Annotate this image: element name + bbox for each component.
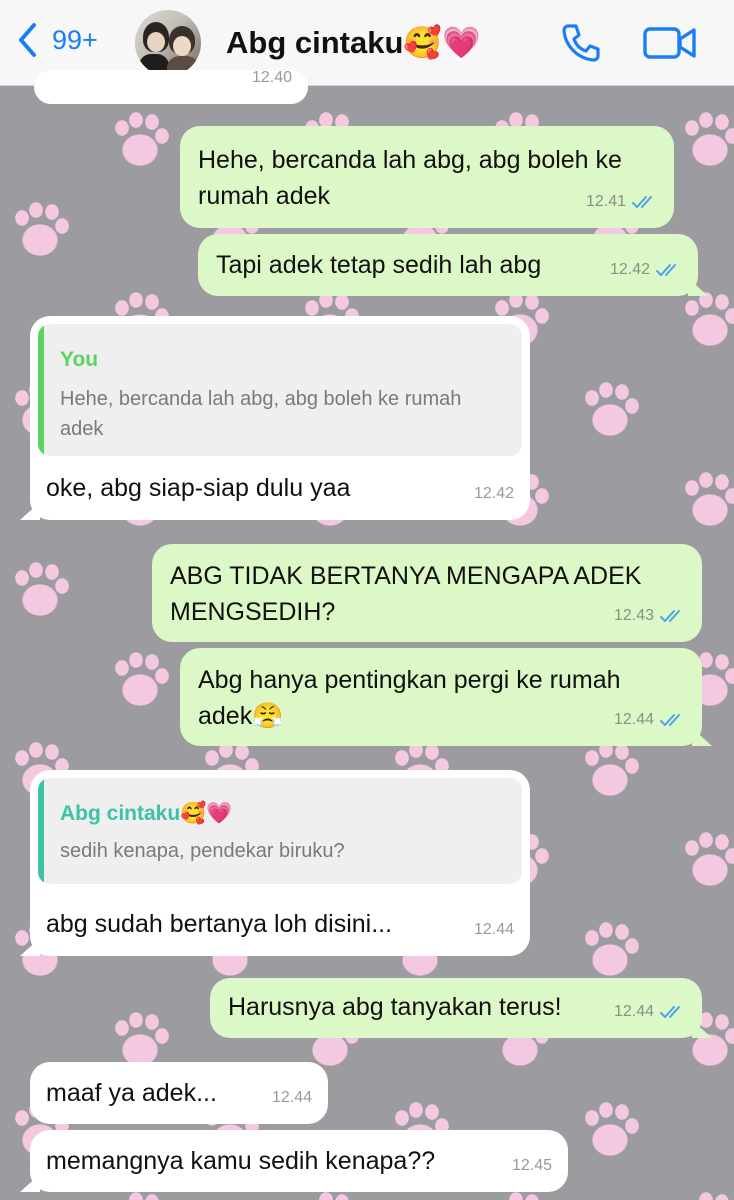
message-text: ABG TIDAK BERTANYA MENGAPA ADEK: [170, 562, 642, 590]
message-bubble-incoming[interactable]: memangnya kamu sedih kenapa?? 12.45: [30, 1130, 568, 1192]
message-meta: 12.43: [614, 598, 686, 634]
message-text: Tapi adek tetap sedih lah abg: [216, 251, 542, 279]
message-text: Abg hanya pentingkan pergi ke rumah: [198, 666, 621, 694]
message-time: 12.42: [473, 485, 514, 502]
message-bubble-incoming[interactable]: maaf ya adek... 12.44: [30, 1062, 328, 1124]
message-bubble-incoming-reply[interactable]: You Hehe, bercanda lah abg, abg boleh ke…: [30, 316, 530, 520]
video-call-icon[interactable]: [642, 24, 698, 62]
message-time: 12.42: [609, 261, 650, 278]
back-button[interactable]: 99+: [16, 22, 98, 58]
message-meta: 12.44: [614, 994, 686, 1030]
message-bubble-outgoing[interactable]: ABG TIDAK BERTANYA MENGAPA ADEK MENGSEDI…: [152, 544, 702, 642]
double-check-read-icon: [656, 264, 676, 276]
contact-avatar[interactable]: [135, 10, 201, 76]
quote-bar: [38, 778, 44, 884]
double-check-read-icon: [660, 610, 680, 622]
message-meta: 12.44: [474, 912, 514, 948]
message-text: rumah adek: [198, 182, 331, 210]
quoted-message[interactable]: Abg cintaku🥰💗 sedih kenapa, pendekar bir…: [38, 778, 522, 884]
message-bubble-incoming-reply[interactable]: Abg cintaku🥰💗 sedih kenapa, pendekar bir…: [30, 770, 530, 956]
message-meta: 12.42: [610, 252, 682, 288]
quoted-message[interactable]: You Hehe, bercanda lah abg, abg boleh ke…: [38, 324, 522, 456]
message-text: Hehe, bercanda lah abg, abg boleh ke: [198, 146, 622, 174]
message-meta: 12.44: [272, 1080, 312, 1116]
message-time: 12.43: [613, 607, 654, 624]
message-time: 12.41: [585, 193, 626, 210]
message-text: Harusnya abg tanyakan terus!: [228, 993, 562, 1021]
quote-author: Abg cintaku🥰💗: [60, 802, 233, 825]
message-time: 12.44: [613, 711, 654, 728]
double-check-read-icon: [660, 1006, 680, 1018]
message-text: memangnya kamu sedih kenapa??: [46, 1147, 436, 1175]
message-meta: 12.45: [512, 1148, 552, 1184]
message-bubble-outgoing[interactable]: Abg hanya pentingkan pergi ke rumah adek…: [180, 648, 702, 746]
message-time: 12.44: [613, 1003, 654, 1020]
message-text: MENGSEDIH?: [170, 598, 336, 626]
message-time: 12.40: [251, 69, 292, 86]
message-meta: 12.44: [614, 702, 686, 738]
message-bubble-outgoing[interactable]: Harusnya abg tanyakan terus! 12.44: [210, 978, 702, 1038]
quote-bar: [38, 324, 44, 456]
unread-count: 99+: [52, 24, 98, 55]
message-time: 12.44: [271, 1089, 312, 1106]
message-time: 12.45: [511, 1157, 552, 1174]
message-time: 12.44: [473, 921, 514, 938]
chevron-left-icon: [19, 23, 36, 57]
double-check-read-icon: [660, 714, 680, 726]
message-meta: 12.41: [586, 184, 658, 220]
message-text: maaf ya adek...: [46, 1079, 217, 1107]
quote-text: adek: [60, 418, 104, 440]
message-bubble-incoming[interactable]: 12.40: [34, 69, 308, 104]
quote-text: sedih kenapa, pendekar biruku?: [60, 840, 345, 862]
message-text: abg sudah bertanya loh disini...: [46, 910, 393, 938]
message-meta: 12.42: [474, 476, 514, 512]
message-text: oke, abg siap-siap dulu yaa: [46, 474, 351, 502]
quote-text: Hehe, bercanda lah abg, abg boleh ke rum…: [60, 388, 462, 410]
quote-author: You: [60, 348, 99, 371]
contact-name[interactable]: Abg cintaku🥰💗: [226, 24, 481, 61]
message-bubble-outgoing[interactable]: Tapi adek tetap sedih lah abg 12.42: [198, 234, 698, 296]
phone-icon[interactable]: [560, 22, 602, 64]
message-bubble-outgoing[interactable]: Hehe, bercanda lah abg, abg boleh ke rum…: [180, 126, 674, 228]
message-text: adek😤: [198, 702, 284, 730]
double-check-read-icon: [632, 196, 652, 208]
